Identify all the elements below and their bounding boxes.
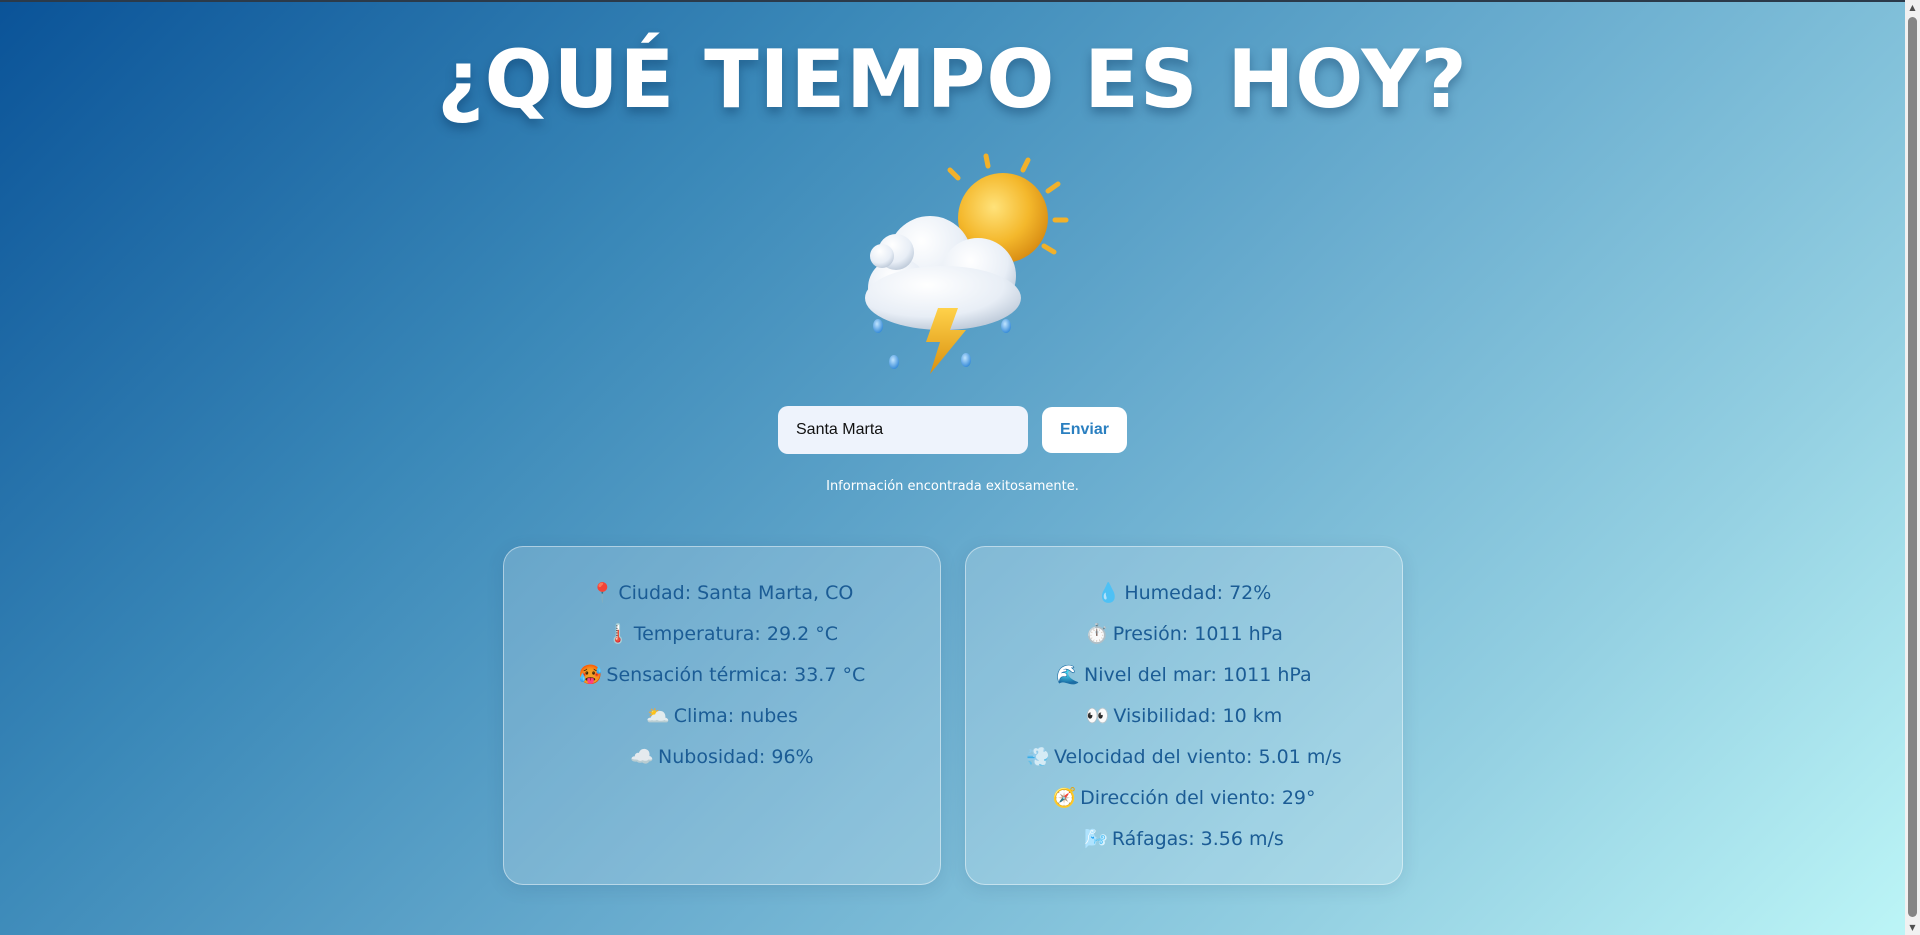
detail-cloudiness: ☁️ Nubosidad: 96% — [504, 737, 940, 778]
detail-gusts: 🌬️ Ráfagas: 3.56 m/s — [966, 819, 1402, 860]
detail-wind-direction-text: Dirección del viento: 29° — [1080, 787, 1316, 809]
detail-visibility: 👀 Visibilidad: 10 km — [966, 696, 1402, 737]
detail-weather-text: Clima: nubes — [673, 705, 798, 727]
send-button[interactable]: Enviar — [1042, 407, 1127, 453]
hot-face-icon: 🥵 — [578, 664, 603, 686]
detail-weather: 🌥️ Clima: nubes — [504, 696, 940, 737]
scroll-down-arrow-icon[interactable]: ▼ — [1905, 920, 1920, 935]
sun-behind-cloud-icon: 🌥️ — [646, 705, 670, 727]
weather-details-card-right: 💧 Humedad: 72% ⏱️ Presión: 1011 hPa 🌊 Nivel… — [965, 546, 1403, 885]
detail-temperature: 🌡️ Temperatura: 29.2 °C — [504, 614, 940, 655]
cloud-icon: ☁️ — [630, 746, 655, 768]
wind-icon: 💨 — [1026, 746, 1051, 768]
detail-city: 📍 Ciudad: Santa Marta, CO — [504, 573, 940, 614]
detail-wind-speed-text: Velocidad del viento: 5.01 m/s — [1054, 746, 1342, 768]
pin-icon: 📍 — [590, 582, 615, 604]
detail-feels-like-text: Sensación térmica: 33.7 °C — [606, 664, 866, 686]
detail-sea-level-text: Nivel del mar: 1011 hPa — [1084, 664, 1312, 686]
detail-wind-speed: 💨 Velocidad del viento: 5.01 m/s — [966, 737, 1402, 778]
page-title: ¿QUÉ TIEMPO ES HOY? — [437, 33, 1468, 126]
detail-sea-level: 🌊 Nivel del mar: 1011 hPa — [966, 655, 1402, 696]
compass-icon: 🧭 — [1052, 787, 1077, 809]
vertical-scrollbar[interactable]: ▲ ▼ — [1905, 0, 1920, 935]
detail-pressure: ⏱️ Presión: 1011 hPa — [966, 614, 1402, 655]
detail-feels-like: 🥵 Sensación térmica: 33.7 °C — [504, 655, 940, 696]
weather-details-card-left: 📍 Ciudad: Santa Marta, CO 🌡️ Temperatura: … — [503, 546, 941, 885]
droplet-icon: 💧 — [1096, 582, 1121, 604]
page: ¿QUÉ TIEMPO ES HOY? Santa Marta Enviar I… — [0, 0, 1905, 935]
scroll-thumb[interactable] — [1908, 17, 1917, 917]
wind-face-icon: 🌬️ — [1084, 828, 1108, 850]
eyes-icon: 👀 — [1085, 705, 1110, 727]
detail-humidity-text: Humedad: 72% — [1124, 582, 1272, 604]
detail-wind-direction: 🧭 Dirección del viento: 29° — [966, 778, 1402, 819]
wave-icon: 🌊 — [1056, 664, 1081, 686]
city-input[interactable] — [778, 406, 1028, 454]
storm-sun-cloud-icon — [865, 153, 1069, 374]
detail-cloudiness-text: Nubosidad: 96% — [658, 746, 814, 768]
detail-city-text: Ciudad: Santa Marta, CO — [618, 582, 854, 604]
detail-visibility-text: Visibilidad: 10 km — [1113, 705, 1283, 727]
detail-gusts-text: Ráfagas: 3.56 m/s — [1111, 828, 1284, 850]
detail-humidity: 💧 Humedad: 72% — [966, 573, 1402, 614]
scroll-up-arrow-icon[interactable]: ▲ — [1905, 0, 1920, 15]
stopwatch-icon: ⏱️ — [1085, 623, 1109, 645]
status-message: Información encontrada exitosamente. — [826, 479, 1079, 494]
thermometer-icon: 🌡️ — [606, 623, 630, 645]
detail-pressure-text: Presión: 1011 hPa — [1112, 623, 1283, 645]
detail-temperature-text: Temperatura: 29.2 °C — [633, 623, 838, 645]
